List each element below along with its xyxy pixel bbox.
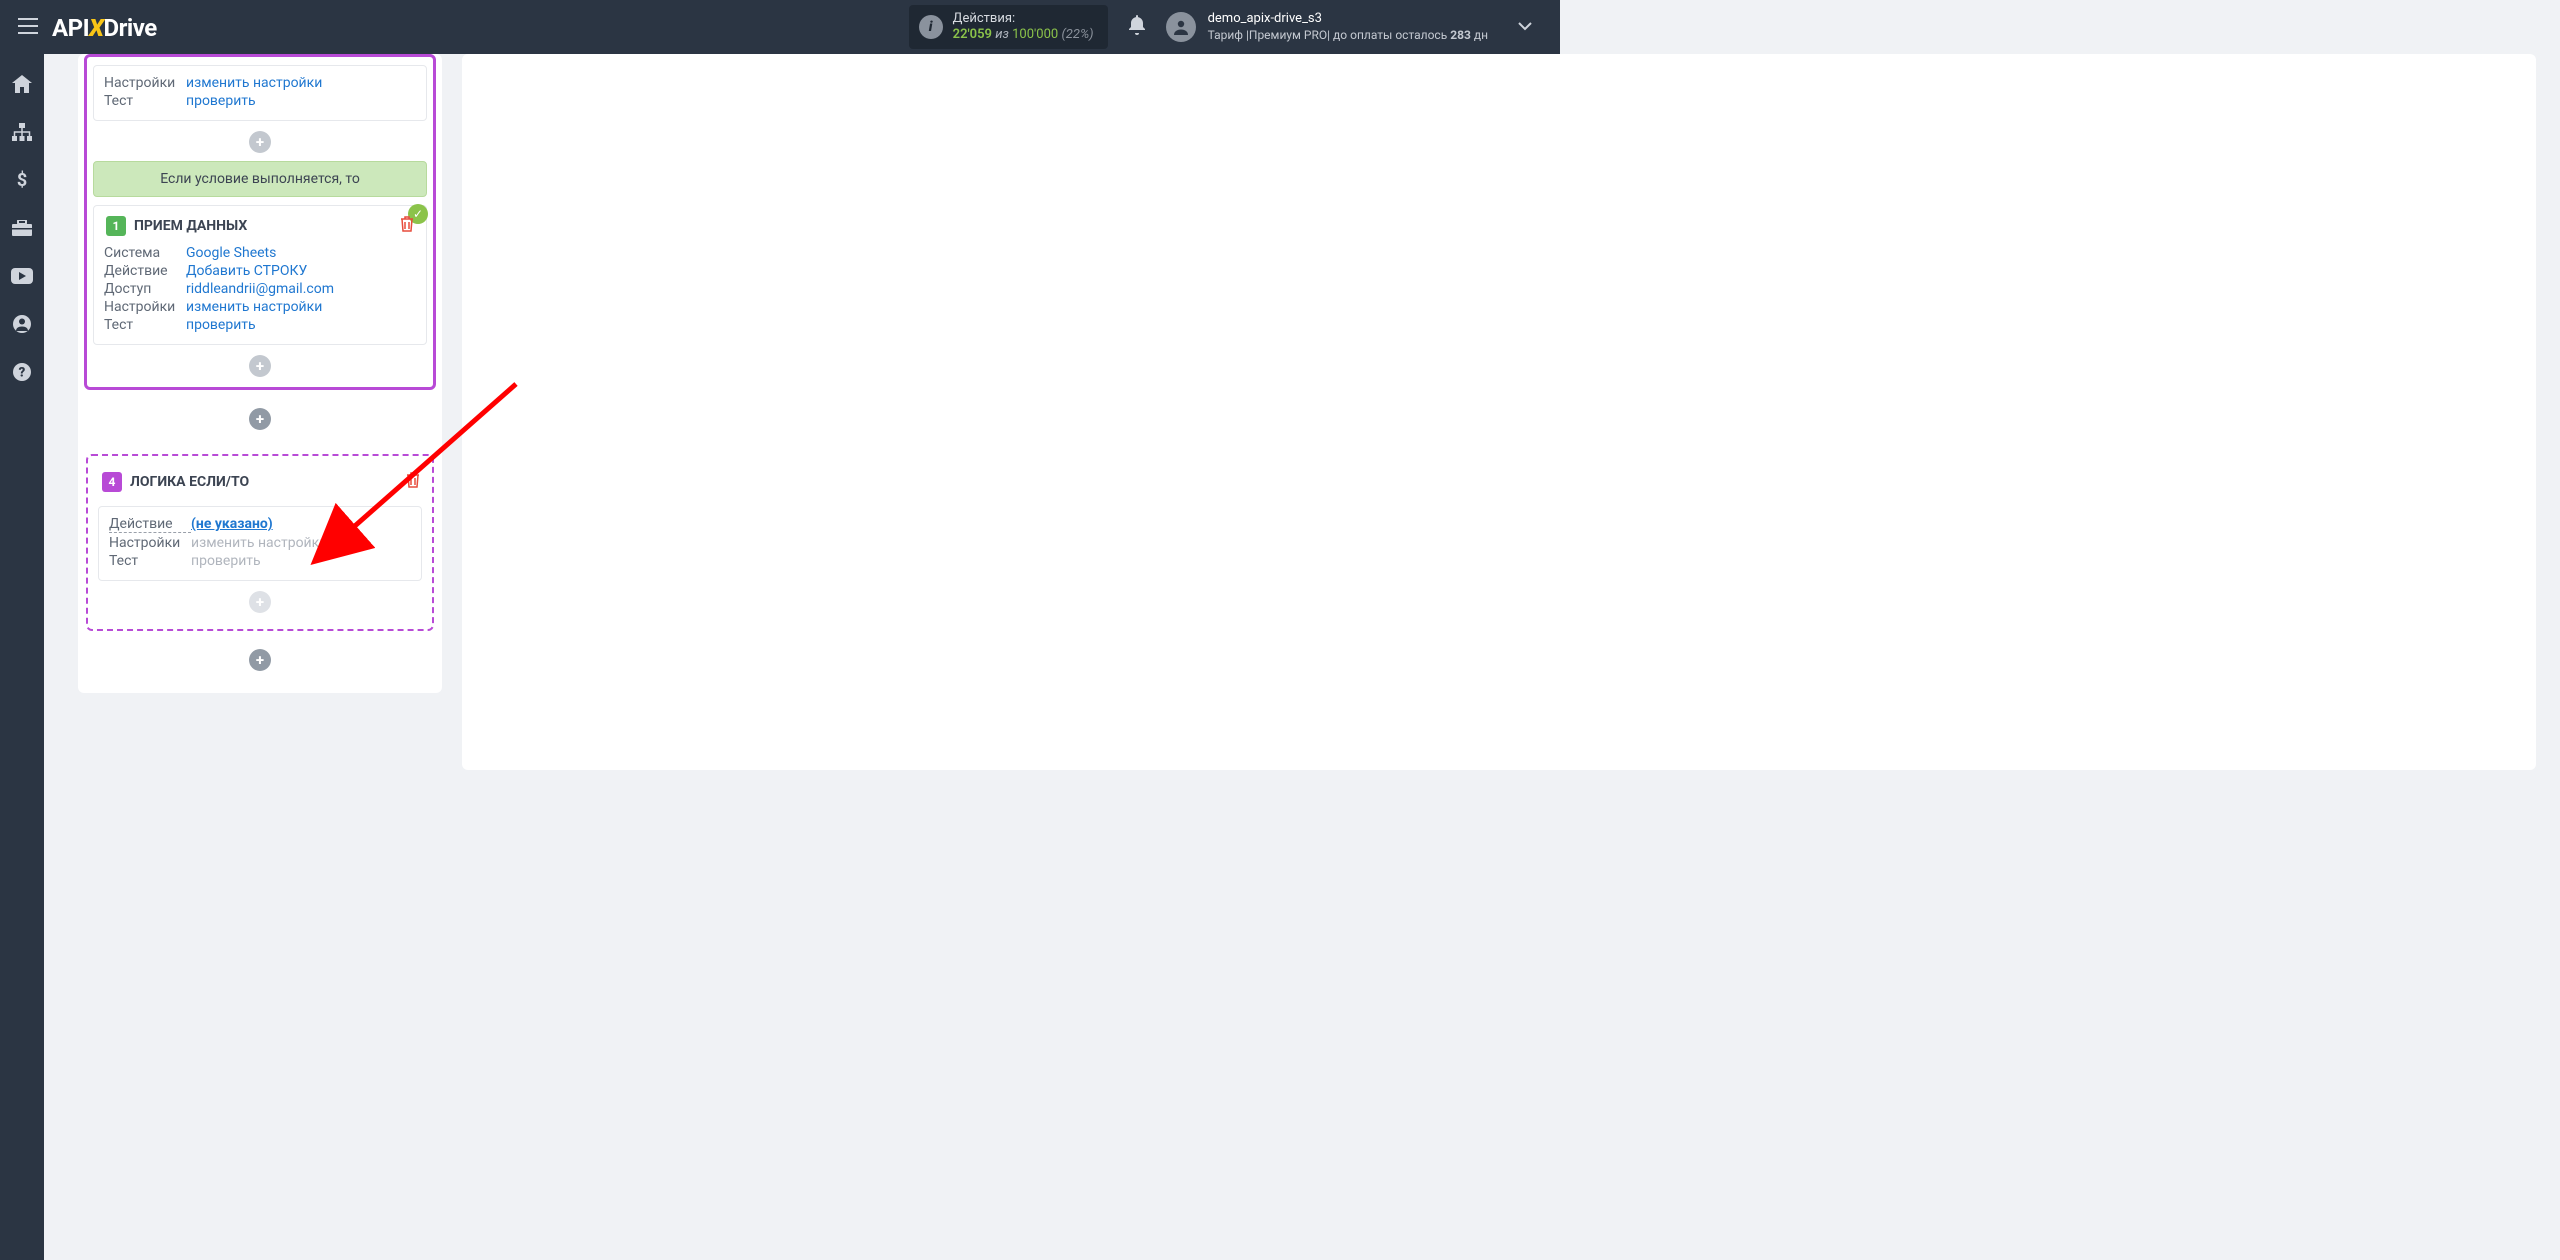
- logo-text-x: X: [89, 14, 103, 42]
- badge-number: 1: [106, 216, 126, 236]
- settings-link[interactable]: изменить настройки: [186, 75, 322, 91]
- row-label: Доступ: [104, 281, 186, 297]
- add-button[interactable]: +: [249, 131, 271, 153]
- trash-icon[interactable]: [406, 472, 420, 492]
- actions-label: Действия:: [953, 11, 1094, 27]
- row-link[interactable]: riddleandrii@gmail.com: [186, 281, 334, 297]
- card-title: ЛОГИКА ЕСЛИ/ТО: [130, 474, 249, 490]
- svg-text:$: $: [17, 170, 27, 190]
- youtube-icon[interactable]: [0, 262, 44, 290]
- settings-label: Настройки: [104, 75, 186, 91]
- home-icon[interactable]: [0, 70, 44, 98]
- row-label: Настройки: [104, 299, 186, 315]
- tariff-days: 283: [1450, 28, 1471, 42]
- test-label: Тест: [109, 553, 191, 569]
- menu-icon[interactable]: [10, 15, 46, 40]
- action-value-link[interactable]: (не указано): [191, 516, 273, 533]
- left-panel: Настройкиизменить настройки Тестпроверит…: [78, 54, 442, 693]
- row-link[interactable]: Добавить СТРОКУ: [186, 263, 307, 279]
- actions-total: 100'000: [1012, 27, 1058, 42]
- actions-pct: (22%): [1061, 27, 1093, 42]
- card-receive-data: ✓ 1 ПРИЕМ ДАННЫХ СистемаGoogle Sheets Де…: [93, 205, 427, 345]
- test-value: проверить: [191, 553, 261, 569]
- settings-label: Настройки: [109, 535, 191, 551]
- purple-container: Настройкиизменить настройки Тестпроверит…: [84, 54, 436, 390]
- condition-bar: Если условие выполняется, то: [93, 161, 427, 197]
- row-label: Система: [104, 245, 186, 261]
- condition-text: Если условие выполняется, то: [160, 171, 360, 187]
- trash-icon[interactable]: [400, 216, 414, 236]
- action-label: Действие: [109, 516, 191, 533]
- content: Настройкиизменить настройки Тестпроверит…: [44, 54, 2560, 1260]
- logo-text-pre: API: [52, 14, 89, 42]
- actions-counter[interactable]: i Действия: 22'059 из 100'000 (22%): [909, 5, 1108, 50]
- logo-text-post: Drive: [104, 14, 157, 42]
- logic-card-inner: Действие(не указано) Настройкиизменить н…: [98, 506, 422, 581]
- dollar-icon[interactable]: $: [0, 166, 44, 194]
- username: demo_apix-drive_s3: [1208, 11, 1488, 28]
- test-label: Тест: [104, 93, 186, 109]
- actions-used: 22'059: [953, 27, 992, 42]
- user-area[interactable]: demo_apix-drive_s3 Тариф |Премиум PRO| д…: [1166, 11, 1488, 43]
- row-link[interactable]: Google Sheets: [186, 245, 276, 261]
- bell-icon[interactable]: [1128, 15, 1146, 40]
- logic-block: 4 ЛОГИКА ЕСЛИ/ТО Действие(не указано) На…: [86, 454, 434, 631]
- tariff-pre: Тариф |Премиум PRO| до оплаты осталось: [1208, 28, 1451, 42]
- user-icon[interactable]: [0, 310, 44, 338]
- actions-of: из: [995, 27, 1009, 42]
- help-icon[interactable]: ?: [0, 358, 44, 386]
- add-button[interactable]: +: [249, 355, 271, 377]
- logo[interactable]: APIXDrive: [52, 14, 157, 40]
- avatar-icon: [1166, 12, 1196, 42]
- right-panel: [462, 54, 2536, 770]
- chevron-down-icon[interactable]: [1518, 19, 1532, 35]
- badge-number: 4: [102, 472, 122, 492]
- row-link[interactable]: проверить: [186, 317, 256, 333]
- user-text: demo_apix-drive_s3 Тариф |Премиум PRO| д…: [1208, 11, 1488, 43]
- sidebar: $ ?: [0, 54, 44, 1260]
- test-link[interactable]: проверить: [186, 93, 256, 109]
- briefcase-icon[interactable]: [0, 214, 44, 242]
- tariff-suffix: дн: [1471, 28, 1488, 42]
- settings-value: изменить настройки: [191, 535, 327, 551]
- row-label: Тест: [104, 317, 186, 333]
- row-label: Действие: [104, 263, 186, 279]
- add-button[interactable]: +: [249, 591, 271, 613]
- add-button-between[interactable]: +: [249, 408, 271, 430]
- header: APIXDrive i Действия: 22'059 из 100'000 …: [0, 0, 1560, 54]
- row-link[interactable]: изменить настройки: [186, 299, 322, 315]
- card-top-partial: Настройкиизменить настройки Тестпроверит…: [93, 65, 427, 121]
- card-title: ПРИЕМ ДАННЫХ: [134, 218, 247, 234]
- actions-text: Действия: 22'059 из 100'000 (22%): [953, 11, 1094, 44]
- svg-text:?: ?: [19, 366, 26, 381]
- add-button-bottom[interactable]: +: [249, 649, 271, 671]
- info-icon: i: [919, 15, 943, 39]
- sitemap-icon[interactable]: [0, 118, 44, 146]
